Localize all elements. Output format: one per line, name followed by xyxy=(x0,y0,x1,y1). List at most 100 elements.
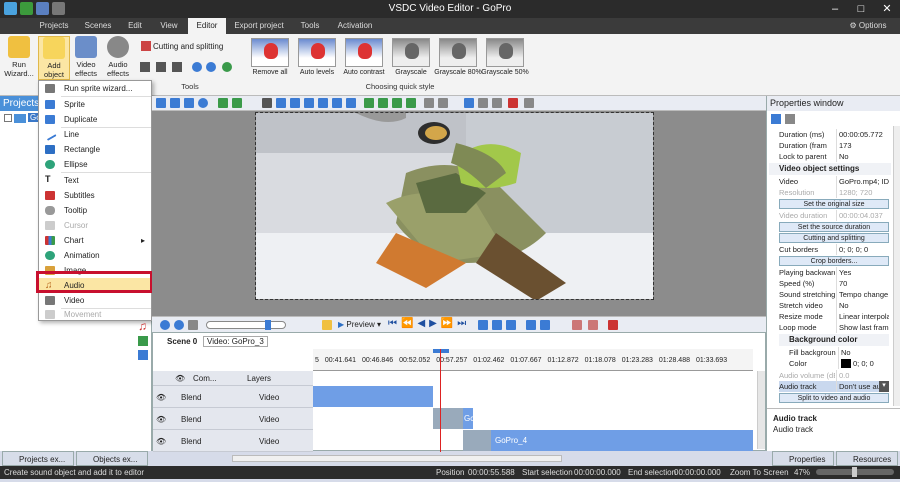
menu-scenes[interactable]: Scenes xyxy=(78,18,118,34)
ellipse-tool-icon[interactable] xyxy=(198,98,208,108)
menu-item-line[interactable]: Line xyxy=(39,127,151,142)
eye-icon[interactable]: 👁 xyxy=(156,437,166,446)
add-track-icon[interactable] xyxy=(138,336,148,346)
close-button[interactable]: ✕ xyxy=(874,0,900,18)
ungroup-icon[interactable] xyxy=(438,98,448,108)
menu-item-text[interactable]: T Text xyxy=(39,173,151,188)
align-left-icon[interactable] xyxy=(262,98,272,108)
menu-item-rectangle[interactable]: Rectangle xyxy=(39,142,151,157)
mark-icon[interactable] xyxy=(572,320,582,330)
zoom-slider[interactable] xyxy=(206,320,286,330)
crop-borders-button[interactable]: Crop borders... xyxy=(779,256,889,266)
send-back-icon[interactable] xyxy=(406,98,416,108)
preview-button[interactable]: ▶ Preview ▾ xyxy=(338,319,381,331)
undo-tool-icon[interactable] xyxy=(218,98,228,108)
style-grayscale-50[interactable] xyxy=(486,38,524,67)
audio-effects-button[interactable]: Audio effects xyxy=(102,36,134,78)
menu-item-chart[interactable]: Chart ▸ xyxy=(39,233,151,248)
resize-icon[interactable] xyxy=(156,62,166,72)
tab-resources[interactable]: Resources ... xyxy=(836,451,898,479)
menu-item-tooltip[interactable]: Tooltip xyxy=(39,203,151,218)
snap-icon[interactable] xyxy=(478,98,488,108)
align-center-icon[interactable] xyxy=(276,98,286,108)
sort-category-icon[interactable] xyxy=(771,114,781,124)
blend-mode[interactable]: Blend xyxy=(181,415,201,424)
menu-item-ellipse[interactable]: Ellipse xyxy=(39,157,151,172)
cutting-splitting-button[interactable]: Cutting and splitting xyxy=(153,42,223,51)
bring-front-icon[interactable] xyxy=(392,98,402,108)
unmark-icon[interactable] xyxy=(588,320,598,330)
cutting-splitting-prop-button[interactable]: Cutting and splitting xyxy=(779,233,889,243)
audio-track-icon[interactable]: ♫ xyxy=(138,320,150,332)
menu-edit[interactable]: Edit xyxy=(120,18,150,34)
preview-canvas[interactable] xyxy=(255,112,654,300)
blend-mode[interactable]: Blend xyxy=(181,437,201,446)
menu-item-animation[interactable]: Animation xyxy=(39,248,151,263)
distribute-icon[interactable] xyxy=(346,98,356,108)
run-wizard-button[interactable]: Run Wizard... xyxy=(2,36,36,78)
pointer-tool-icon[interactable] xyxy=(156,98,166,108)
add-object-button[interactable]: Add object xyxy=(38,36,70,80)
timeline-vscrollbar[interactable] xyxy=(757,371,765,449)
style-remove-all[interactable] xyxy=(251,38,289,67)
line-tool-icon[interactable] xyxy=(184,98,194,108)
audio-track-dropdown[interactable]: ▾ xyxy=(879,381,889,392)
rotate-icon[interactable] xyxy=(192,62,202,72)
menu-export-project[interactable]: Export project xyxy=(228,18,290,34)
settings-tool-icon[interactable] xyxy=(524,98,534,108)
guides-icon[interactable] xyxy=(492,98,502,108)
style-auto-contrast[interactable] xyxy=(345,38,383,67)
eye-icon[interactable]: 👁 xyxy=(156,415,166,424)
play-effect-icon[interactable] xyxy=(222,62,232,72)
move-down-icon[interactable] xyxy=(378,98,388,108)
marker-icon[interactable] xyxy=(508,98,518,108)
style-grayscale[interactable] xyxy=(392,38,430,67)
tab-objects-explorer[interactable]: Objects ex... xyxy=(76,451,148,466)
timeline-clip-2[interactable]: Gc xyxy=(433,408,474,429)
align-bottom-icon[interactable] xyxy=(332,98,342,108)
tab-video-gopro-3[interactable]: Video: GoPro_3 xyxy=(203,336,268,347)
options-button[interactable]: ⚙ Options xyxy=(840,18,896,34)
split-icon[interactable] xyxy=(506,320,516,330)
sort-alpha-icon[interactable] xyxy=(785,114,795,124)
minimize-button[interactable]: – xyxy=(822,0,848,18)
align-right-icon[interactable] xyxy=(290,98,300,108)
color-swatch[interactable] xyxy=(841,359,851,368)
menu-tools[interactable]: Tools xyxy=(292,18,328,34)
timeline-clip-1[interactable] xyxy=(313,386,433,407)
align-top-icon[interactable] xyxy=(304,98,314,108)
zoom-out-icon[interactable] xyxy=(174,320,184,330)
blend-mode[interactable]: Blend xyxy=(181,393,201,402)
loop-icon[interactable] xyxy=(526,320,536,330)
text-tool-icon[interactable] xyxy=(170,98,180,108)
tree-expand-icon[interactable] xyxy=(4,114,12,122)
visibility-icon[interactable]: 👁 xyxy=(175,374,185,383)
menu-editor[interactable]: Editor xyxy=(188,18,226,34)
maximize-button[interactable]: □ xyxy=(848,0,874,18)
set-original-size-button[interactable]: Set the original size xyxy=(779,199,889,209)
menu-projects[interactable]: Projects xyxy=(32,18,76,34)
style-grayscale-80[interactable] xyxy=(439,38,477,67)
transform-icon[interactable] xyxy=(172,62,182,72)
menu-item-subtitles[interactable]: Subtitles xyxy=(39,188,151,203)
menu-activation[interactable]: Activation xyxy=(330,18,380,34)
transport-controls[interactable]: ⏮⏪◀▶⏩⏭ xyxy=(388,318,470,329)
delete-marker-icon[interactable] xyxy=(608,320,618,330)
menu-item-video[interactable]: Video xyxy=(39,293,151,308)
eye-icon[interactable]: 👁 xyxy=(156,393,166,402)
flip-icon[interactable] xyxy=(206,62,216,72)
properties-scrollbar[interactable] xyxy=(893,126,900,406)
redo-tool-icon[interactable] xyxy=(232,98,242,108)
timeline-hscrollbar[interactable] xyxy=(232,455,562,462)
video-settings-header[interactable]: Video object settings xyxy=(769,163,891,175)
fit-icon[interactable] xyxy=(188,320,198,330)
track-row[interactable]: 👁 Blend Video xyxy=(153,408,313,430)
grid-icon[interactable] xyxy=(464,98,474,108)
zoom-in-icon[interactable] xyxy=(160,320,170,330)
tab-scene-0[interactable]: Scene 0 xyxy=(167,337,197,346)
audio-track-row[interactable]: Audio track Don't use au xyxy=(779,381,889,392)
track-row[interactable]: 👁 Blend Video xyxy=(153,386,313,408)
zoom-to-screen-button[interactable]: Zoom To Screen xyxy=(730,466,789,479)
timeline-tool-icon[interactable] xyxy=(138,350,148,360)
preview-mode-icon[interactable] xyxy=(322,320,332,330)
